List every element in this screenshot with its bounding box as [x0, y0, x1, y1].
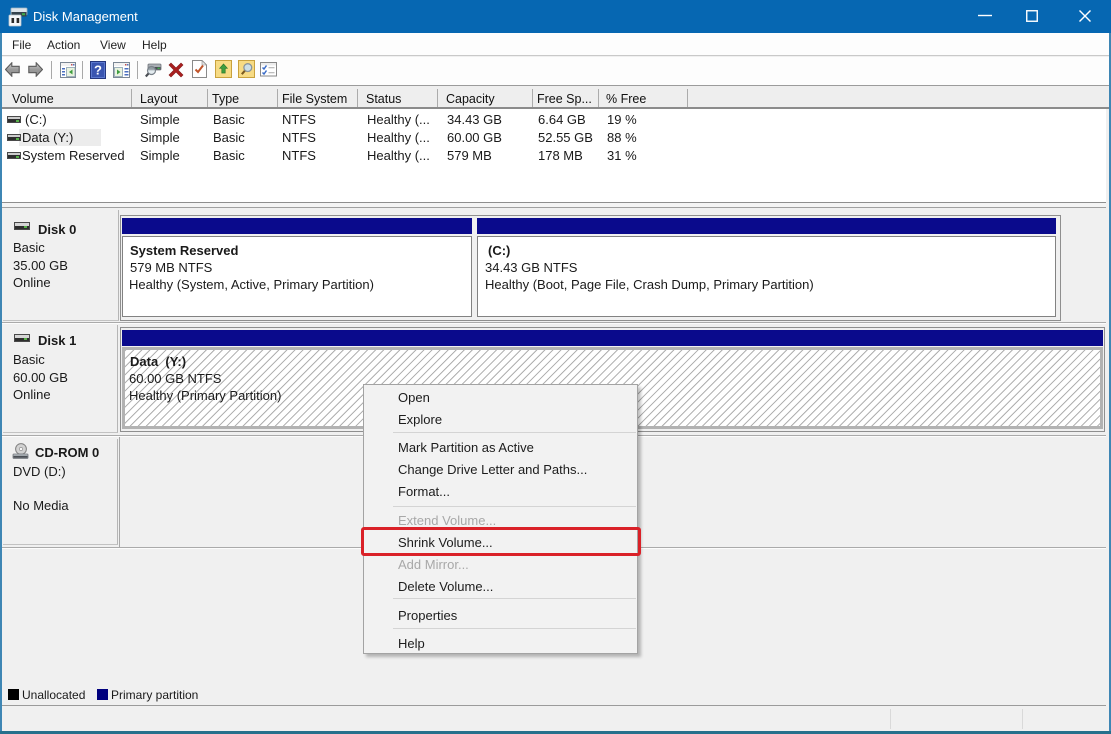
- svg-text:?: ?: [94, 63, 102, 78]
